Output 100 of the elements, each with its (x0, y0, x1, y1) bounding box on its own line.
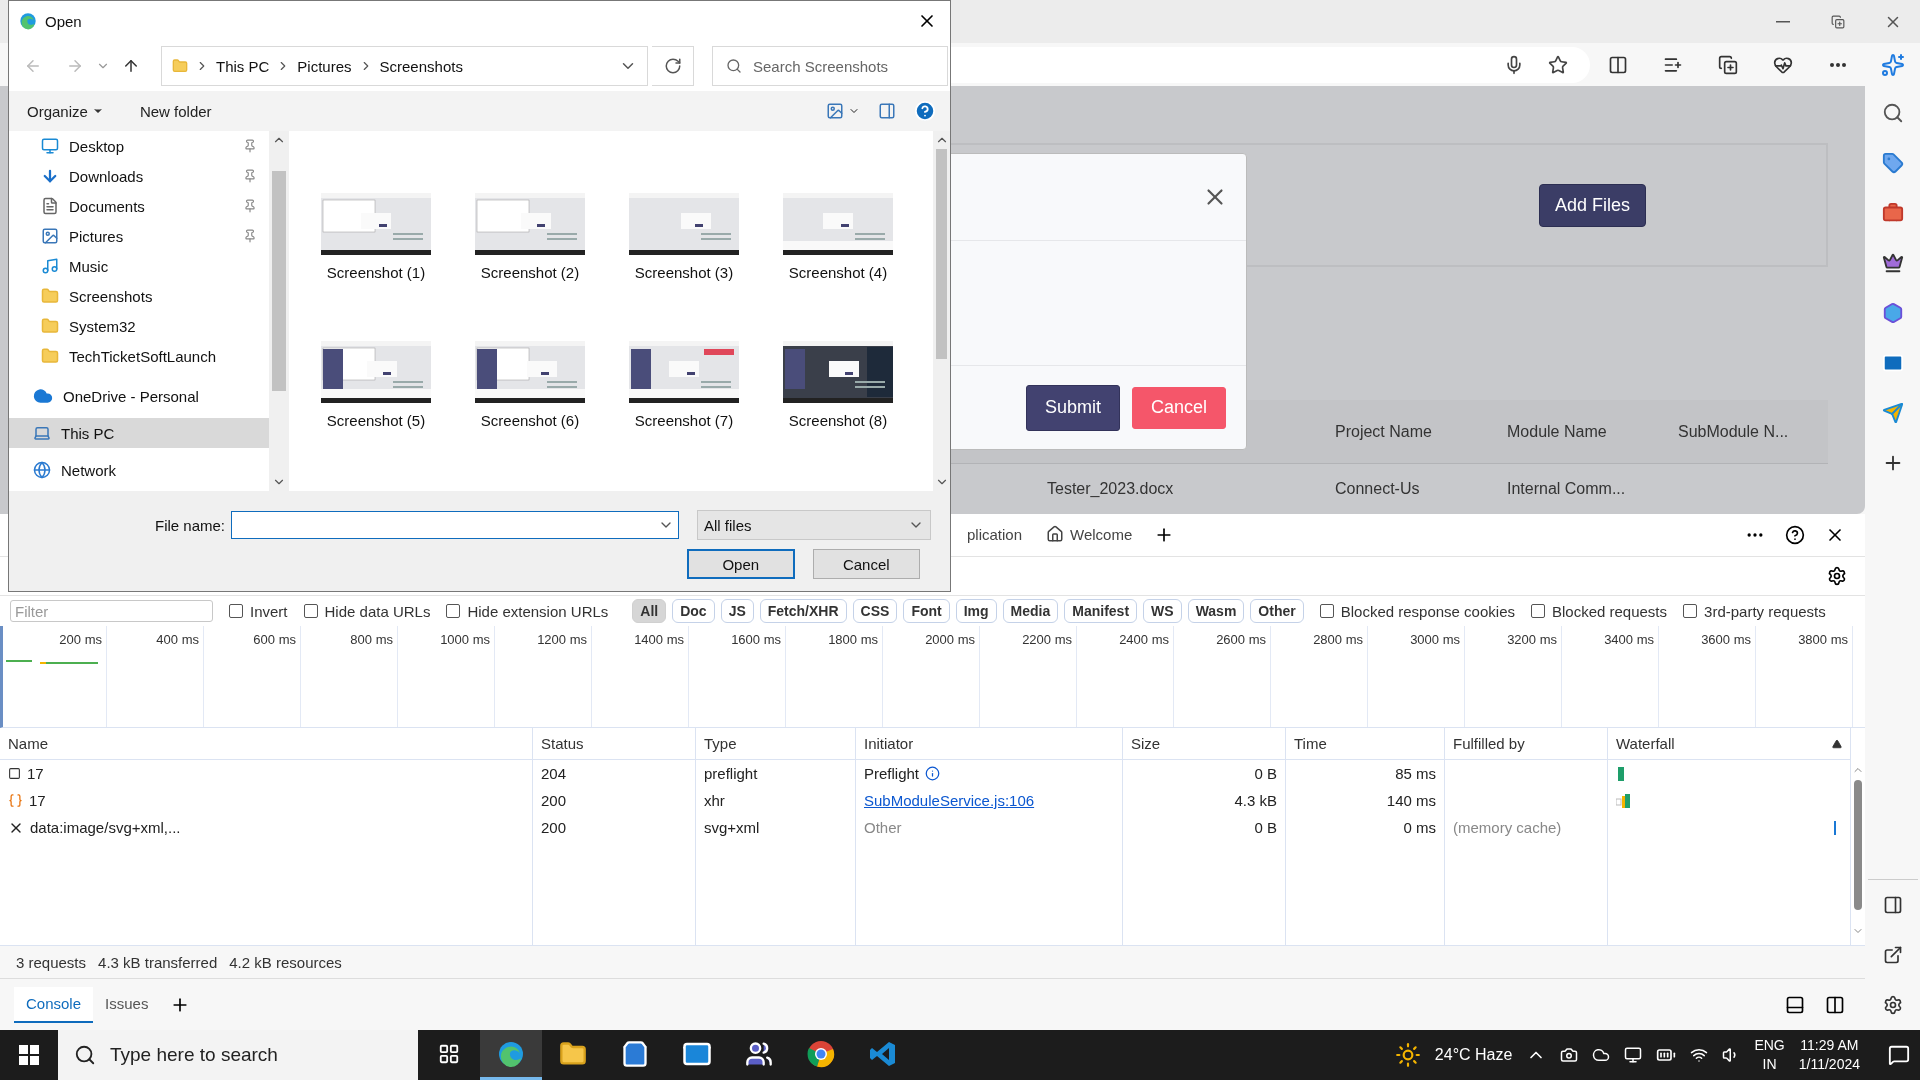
nav-item[interactable]: Music (9, 251, 269, 281)
wave-logo-icon (497, 1039, 525, 1068)
settings-icon[interactable] (1827, 566, 1847, 586)
nav-item[interactable]: Screenshots (9, 281, 269, 311)
search-field[interactable]: Search Screenshots (712, 46, 948, 86)
help-icon[interactable] (1785, 525, 1805, 545)
checkbox[interactable] (1683, 604, 1698, 618)
type-filter-chip[interactable]: Doc (672, 599, 715, 623)
column-header[interactable]: Time (1286, 728, 1445, 760)
file-item[interactable]: Screenshot (6) (453, 341, 607, 489)
music-note-icon (41, 257, 59, 275)
read-aloud-icon[interactable] (1504, 54, 1524, 75)
scrollbar-thumb[interactable] (1854, 780, 1862, 910)
star-icon[interactable] (1548, 54, 1568, 75)
hexagon-icon[interactable] (1881, 302, 1904, 324)
panel-icon[interactable] (1825, 994, 1845, 1015)
devtools-tab[interactable]: Welcome (1034, 514, 1145, 556)
checkbox[interactable] (1319, 604, 1334, 618)
search-icon[interactable] (1881, 102, 1904, 124)
nav-item[interactable]: Desktop (9, 131, 269, 161)
nav-item[interactable]: This PC (9, 418, 269, 448)
add-files-button[interactable]: Add Files (1538, 183, 1646, 227)
taskbar-search-field[interactable]: Type here to search (58, 1030, 418, 1080)
type-filter-chip[interactable]: Fetch/XHR (759, 599, 847, 623)
file-item[interactable]: Screenshot (5) (299, 341, 453, 489)
filter-field[interactable]: Filter (10, 600, 213, 622)
column-header[interactable]: Waterfall (1608, 728, 1851, 760)
nav-item[interactable]: Network (9, 455, 269, 485)
sidebar-toggle-icon[interactable] (1882, 895, 1903, 915)
nav-item[interactable]: OneDrive - Personal (9, 381, 269, 411)
nav-item[interactable]: System32 (9, 311, 269, 341)
column-header[interactable]: Size (1123, 728, 1286, 760)
initiator-link[interactable]: SubModuleService.js:106 (864, 792, 1035, 809)
notification-icon[interactable] (1888, 1044, 1910, 1066)
type-filter-chip[interactable]: Other (1250, 599, 1304, 623)
type-filter-chip[interactable]: Img (955, 599, 997, 623)
tag-icon[interactable] (1881, 152, 1904, 174)
devtools-tab[interactable]: plication (955, 514, 1035, 556)
breadcrumb-bar[interactable]: This PC Pictures Screenshots (161, 46, 648, 86)
people-icon (745, 1039, 773, 1068)
nav-item[interactable]: Pictures (9, 221, 269, 251)
new-folder-button[interactable]: New folder (139, 102, 212, 120)
paper-plane-icon[interactable] (1881, 402, 1904, 424)
dock-icon[interactable] (1785, 994, 1805, 1015)
checkbox[interactable] (303, 604, 318, 618)
camera-icon (1560, 1046, 1579, 1064)
file-item[interactable]: Screenshot (3) (607, 193, 761, 341)
grid-icon (438, 1042, 460, 1065)
breadcrumb-item[interactable]: This PC (216, 57, 270, 75)
table-cell-text: Connect-Us (1335, 479, 1421, 499)
drawer-tab[interactable]: Issues (93, 986, 161, 1023)
briefcase-icon[interactable] (1881, 202, 1904, 224)
breadcrumb-item[interactable]: Pictures (297, 57, 352, 75)
external-link-icon[interactable] (1882, 945, 1903, 965)
file-item[interactable]: Screenshot (4) (761, 193, 915, 341)
table-cell: 0 ms (1286, 814, 1445, 841)
nav-item[interactable]: TechTicketSoftLaunch (9, 341, 269, 371)
wave-logo-icon (19, 12, 37, 30)
organize-menu[interactable]: Organize (27, 102, 104, 120)
preview-pane-button[interactable] (878, 102, 896, 120)
type-filter-chip[interactable]: JS (720, 599, 754, 623)
sort-icon (1832, 738, 1842, 749)
cloud-icon (33, 386, 53, 406)
drawer-tab[interactable]: Console (14, 986, 94, 1023)
clock-time: 11:29 AM (1800, 1036, 1859, 1055)
column-header[interactable]: Type (696, 728, 856, 760)
column-header[interactable]: Status (533, 728, 696, 760)
search-icon (74, 1044, 96, 1066)
type-filter-chip[interactable]: WS (1143, 599, 1182, 623)
checkbox[interactable] (229, 604, 243, 618)
file-item[interactable]: Screenshot (8) (761, 341, 915, 489)
file-item[interactable]: Screenshot (7) (607, 341, 761, 489)
more-icon (1829, 62, 1846, 67)
file-name-field[interactable] (231, 511, 679, 539)
file-type-select[interactable]: All files (697, 510, 931, 540)
nav-item[interactable]: Downloads (9, 161, 269, 191)
file-name-label: File name: (153, 516, 226, 534)
checkbox[interactable] (446, 604, 461, 618)
type-filter-chip[interactable]: Font (903, 599, 950, 623)
file-item[interactable]: Screenshot (2) (453, 193, 607, 341)
view-button[interactable] (826, 102, 860, 120)
refresh-button[interactable] (652, 46, 694, 86)
nav-item[interactable]: Documents (9, 191, 269, 221)
settings-icon[interactable] (1882, 995, 1903, 1015)
checkbox[interactable] (1530, 604, 1545, 618)
submit-button[interactable]: Submit (1025, 384, 1120, 431)
type-filter-chip[interactable]: Wasm (1187, 599, 1245, 623)
crown-icon[interactable] (1881, 252, 1904, 274)
type-filter-chip[interactable]: All (632, 599, 667, 623)
breadcrumb-item[interactable]: Screenshots (379, 57, 463, 75)
column-header[interactable]: Fulfilled by (1445, 728, 1608, 760)
file-item[interactable]: Screenshot (1) (299, 193, 453, 341)
column-header[interactable]: Name (0, 728, 533, 760)
help-button[interactable] (914, 100, 936, 122)
type-filter-chip[interactable]: CSS (852, 599, 898, 623)
open-button[interactable]: Open (687, 549, 795, 579)
type-filter-chip[interactable]: Manifest (1064, 599, 1138, 623)
column-header[interactable]: Initiator (856, 728, 1123, 760)
type-filter-chip[interactable]: Media (1002, 599, 1059, 623)
cancel-button[interactable]: Cancel (812, 549, 920, 579)
